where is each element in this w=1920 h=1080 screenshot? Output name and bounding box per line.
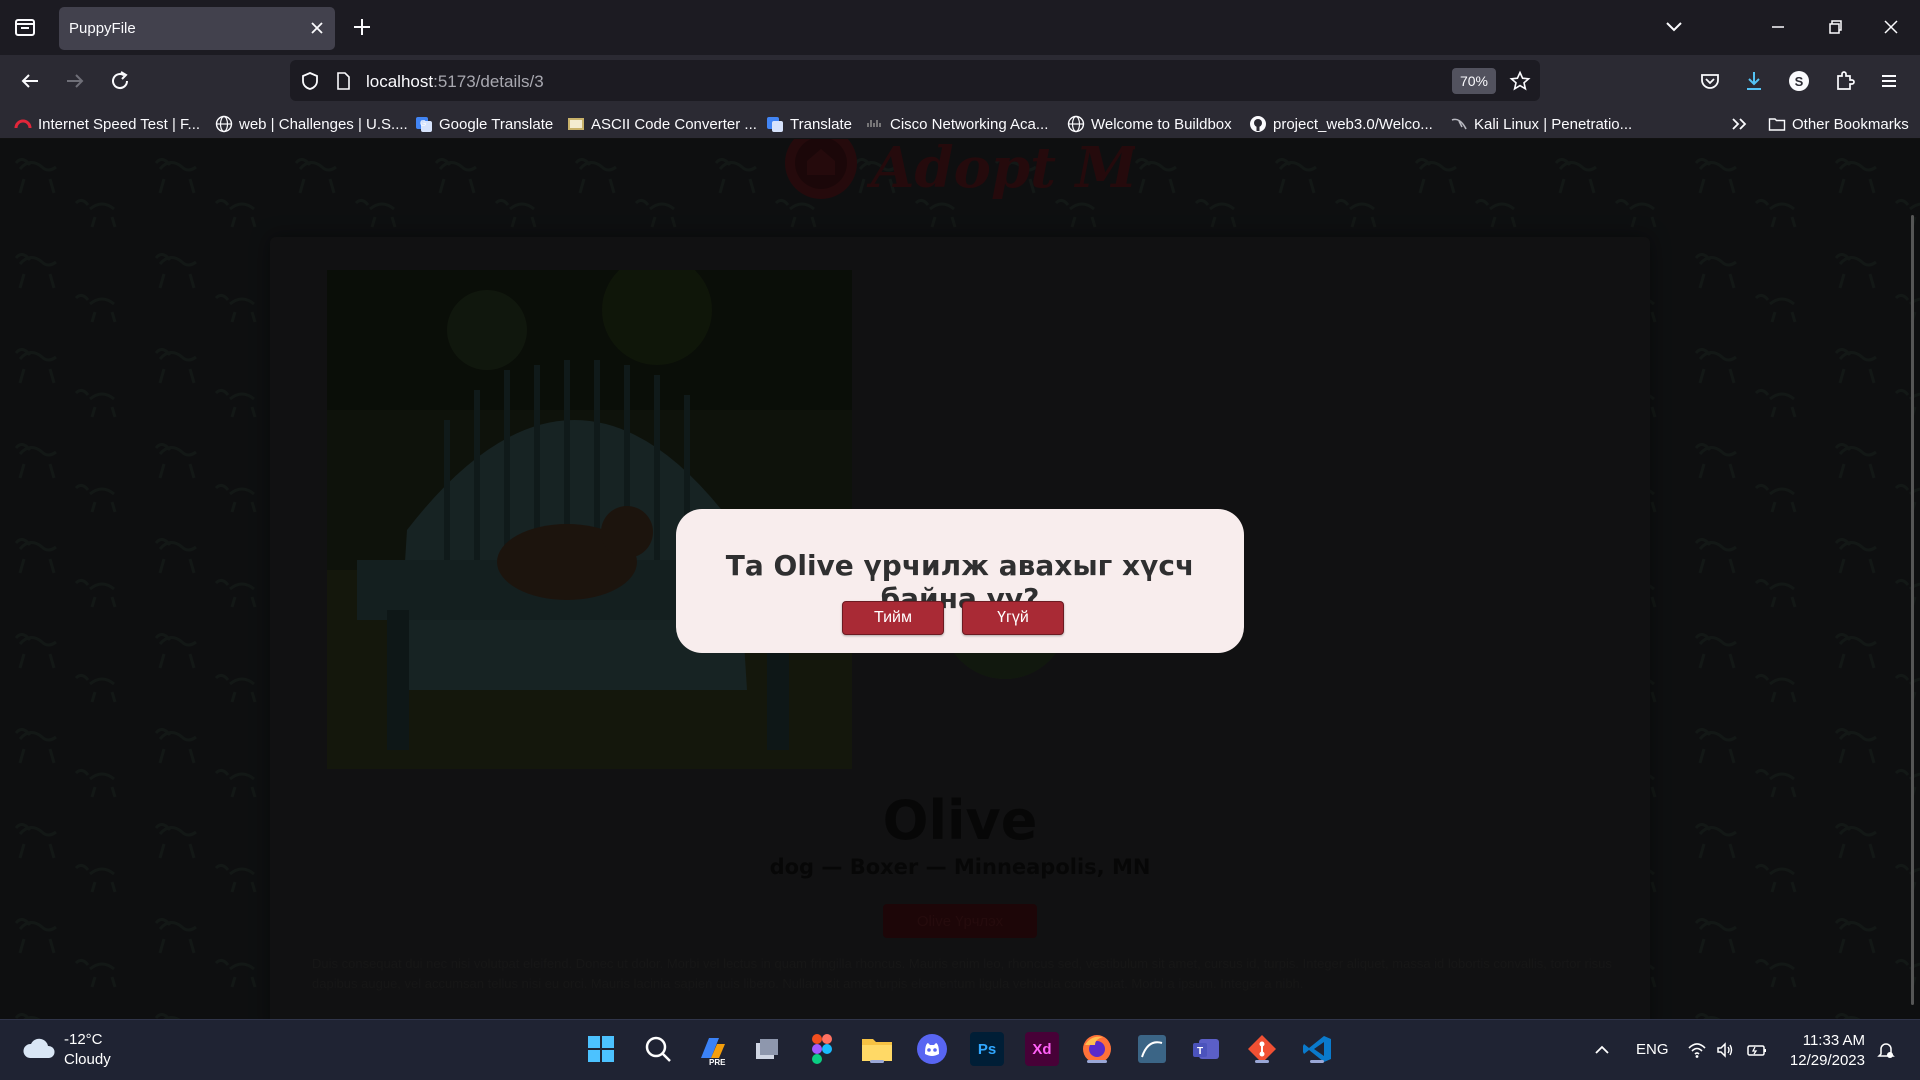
translate-icon: G	[415, 115, 433, 133]
active-tab[interactable]: PuppyFile	[59, 7, 335, 50]
task-view-icon[interactable]	[750, 1032, 784, 1066]
photoshop-icon[interactable]: Ps	[970, 1032, 1004, 1066]
navigation-toolbar: localhost:5173/details/3 70% S	[0, 55, 1920, 107]
back-icon[interactable]	[16, 67, 44, 95]
adobe-xd-icon[interactable]: Xd	[1025, 1032, 1059, 1066]
svg-text:G: G	[420, 119, 426, 128]
weather-description[interactable]: Cloudy	[64, 1051, 111, 1068]
cloud-icon[interactable]	[22, 1034, 56, 1062]
minimize-icon[interactable]	[1765, 14, 1791, 40]
chevron-up-icon[interactable]	[1592, 1040, 1612, 1060]
bookmark-label: Cisco Networking Aca...	[890, 115, 1049, 133]
forward-icon[interactable]	[61, 67, 89, 95]
tab-list-icon[interactable]	[12, 14, 38, 40]
page-icon[interactable]	[332, 70, 354, 92]
firefox-icon[interactable]	[1080, 1032, 1114, 1066]
url-path: :5173/details/3	[433, 72, 544, 91]
chevron-down-icon[interactable]	[1662, 16, 1686, 38]
close-window-icon[interactable]	[1878, 14, 1904, 40]
speedometer-icon	[14, 115, 32, 133]
mysql-workbench-icon[interactable]	[1135, 1032, 1169, 1066]
modal-question: Та Olive үрчилж авахыг хүсч байна уу?	[725, 549, 1195, 615]
active-indicator	[1310, 1060, 1324, 1063]
menu-icon[interactable]	[1875, 67, 1903, 95]
wifi-icon[interactable]	[1687, 1040, 1707, 1060]
language-indicator[interactable]: ENG	[1636, 1041, 1669, 1058]
notifications-icon[interactable]	[1876, 1040, 1896, 1060]
bookmark-item[interactable]: Internet Speed Test | F...	[14, 113, 200, 135]
weather-temperature[interactable]: -12°C	[64, 1031, 103, 1048]
bookmark-item[interactable]: Kali Linux | Penetratio...	[1450, 113, 1632, 135]
extensions-icon[interactable]	[1830, 67, 1858, 95]
confirm-yes-button[interactable]: Тийм	[842, 601, 944, 635]
svg-text:S: S	[1795, 74, 1804, 89]
bookmark-label: Welcome to Buildbox	[1091, 115, 1232, 133]
bookmark-label: Google Translate	[439, 115, 554, 133]
teams-icon[interactable]: T	[1190, 1032, 1224, 1066]
file-explorer-icon[interactable]	[860, 1032, 894, 1066]
bookmark-label: Internet Speed Test | F...	[38, 115, 201, 133]
svg-text:T: T	[1197, 1046, 1203, 1057]
active-indicator	[1087, 1060, 1107, 1063]
restore-icon[interactable]	[1822, 14, 1848, 40]
globe-icon	[215, 115, 233, 133]
cisco-icon	[866, 115, 884, 133]
windows-start-icon[interactable]	[584, 1032, 618, 1066]
kali-icon	[1450, 115, 1468, 133]
close-tab-icon[interactable]	[309, 20, 325, 36]
ascii-icon	[567, 115, 585, 133]
tab-title: PuppyFile	[69, 20, 136, 37]
bookmark-item[interactable]: Cisco Networking Aca...	[866, 113, 1048, 135]
vscode-icon[interactable]	[1300, 1032, 1334, 1066]
github-icon	[1249, 115, 1267, 133]
bookmark-label: Translate	[790, 115, 852, 133]
active-indicator	[870, 1060, 884, 1063]
discord-icon[interactable]	[915, 1032, 949, 1066]
url-text: localhost:5173/details/3	[366, 72, 544, 92]
globe-icon	[1067, 115, 1085, 133]
bookmark-item[interactable]: G Google Translate	[415, 113, 553, 135]
figma-icon[interactable]	[805, 1032, 839, 1066]
windows-taskbar: -12°C Cloudy PRE Ps Xd T ENG 11:33 AM 12…	[0, 1019, 1920, 1080]
folder-icon	[1768, 115, 1786, 133]
star-icon[interactable]	[1509, 70, 1531, 92]
copilot-icon[interactable]: PRE	[695, 1032, 729, 1066]
bookmark-item[interactable]: ASCII Code Converter ...	[567, 113, 757, 135]
translate-icon	[766, 115, 784, 133]
bookmark-label: web | Challenges | U.S....	[239, 115, 408, 133]
bookmark-label: ASCII Code Converter ...	[591, 115, 757, 133]
confirm-no-button[interactable]: Үгүй	[962, 601, 1064, 635]
bookmark-item[interactable]: Translate	[766, 113, 852, 135]
reload-icon[interactable]	[106, 67, 134, 95]
new-tab-icon[interactable]	[349, 14, 375, 40]
account-icon[interactable]: S	[1785, 67, 1813, 95]
bookmark-item[interactable]: Welcome to Buildbox	[1067, 113, 1232, 135]
url-host: localhost	[366, 72, 434, 91]
bookmark-item[interactable]: project_web3.0/Welco...	[1249, 113, 1433, 135]
other-bookmarks[interactable]: Other Bookmarks	[1768, 113, 1909, 135]
battery-icon[interactable]	[1746, 1040, 1766, 1060]
browser-tab-bar: PuppyFile	[0, 0, 1920, 55]
bookmarks-toolbar: Internet Speed Test | F... web | Challen…	[0, 107, 1920, 139]
clock-date[interactable]: 12/29/2023	[1785, 1052, 1865, 1069]
git-icon[interactable]	[1245, 1032, 1279, 1066]
bookmarks-overflow-icon[interactable]	[1729, 113, 1749, 135]
zoom-level[interactable]: 70%	[1452, 68, 1496, 94]
active-indicator	[1255, 1060, 1269, 1063]
other-bookmarks-label: Other Bookmarks	[1792, 115, 1909, 133]
scrollbar[interactable]	[1911, 215, 1914, 1005]
downloads-icon[interactable]	[1740, 67, 1768, 95]
svg-text:PRE: PRE	[709, 1058, 726, 1066]
bookmark-item[interactable]: web | Challenges | U.S....	[215, 113, 408, 135]
shield-icon[interactable]	[299, 70, 321, 92]
volume-icon[interactable]	[1715, 1040, 1735, 1060]
search-icon[interactable]	[641, 1032, 675, 1066]
pocket-icon[interactable]	[1696, 67, 1724, 95]
bookmark-label: project_web3.0/Welco...	[1273, 115, 1433, 133]
bookmark-label: Kali Linux | Penetratio...	[1474, 115, 1633, 133]
clock-time[interactable]: 11:33 AM	[1785, 1032, 1865, 1049]
adopt-confirm-modal: Та Olive үрчилж авахыг хүсч байна уу? Ти…	[676, 509, 1244, 653]
address-bar[interactable]: localhost:5173/details/3 70%	[290, 60, 1540, 101]
